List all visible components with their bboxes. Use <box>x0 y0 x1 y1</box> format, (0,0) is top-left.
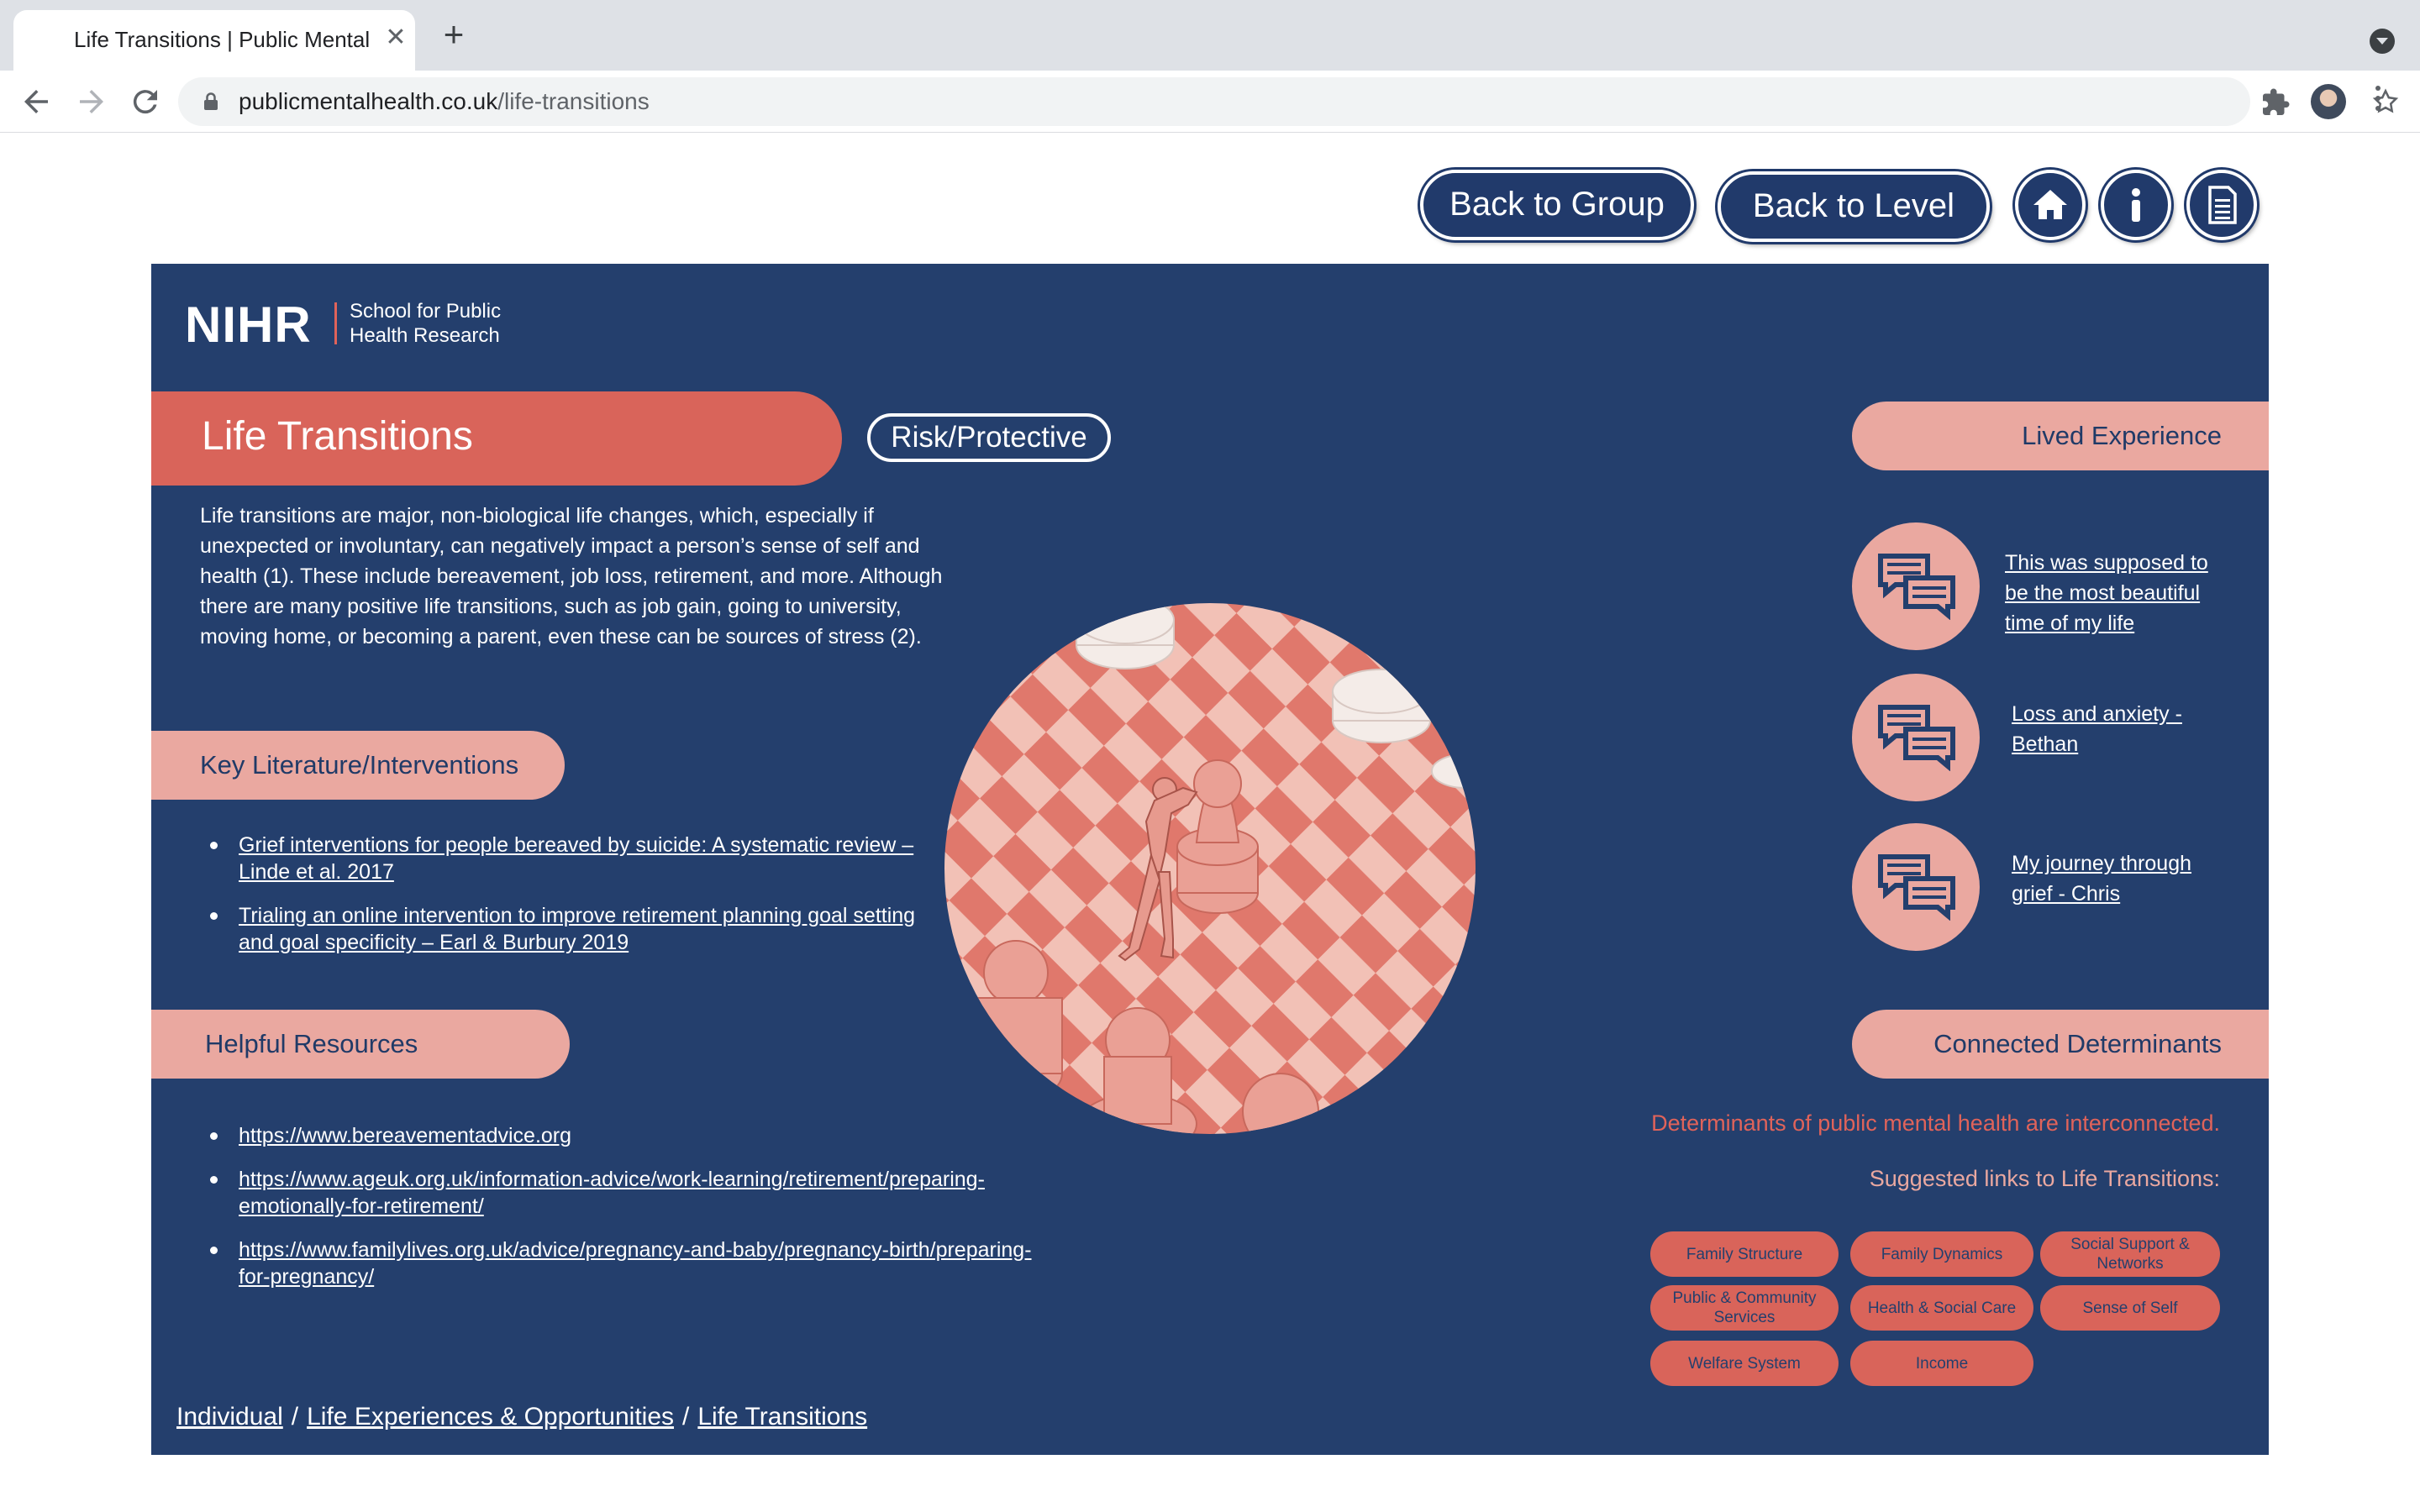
breadcrumb-life-transitions[interactable]: Life Transitions <box>697 1403 867 1431</box>
story-icon-circle[interactable] <box>1852 674 1980 801</box>
determinant-chip[interactable]: Welfare System <box>1650 1341 1839 1386</box>
new-tab-button[interactable]: + <box>439 17 469 52</box>
breadcrumb: Individual / Life Experiences & Opportunit… <box>176 1403 867 1431</box>
story-link[interactable]: Loss and anxiety - Bethan <box>2012 699 2213 759</box>
back-arrow-icon[interactable] <box>18 84 54 119</box>
logo-divider <box>334 302 337 344</box>
url-path: /life-transitions <box>497 88 650 114</box>
intro-paragraph: Life transitions are major, non-biologic… <box>200 504 943 648</box>
literature-list: Grief interventions for people bereaved … <box>198 832 955 956</box>
breadcrumb-separator: / <box>682 1403 690 1431</box>
document-button[interactable] <box>2186 170 2257 240</box>
resource-link[interactable]: https://www.ageuk.org.uk/information-adv… <box>198 1166 1039 1220</box>
breadcrumb-separator: / <box>291 1403 299 1431</box>
browser-menu-icon[interactable] <box>2375 86 2381 118</box>
risk-protective-button[interactable]: Risk/Protective <box>867 413 1111 462</box>
determinant-chip[interactable]: Income <box>1850 1341 2033 1386</box>
determinant-chip[interactable]: Public & Community Services <box>1650 1285 1839 1331</box>
story-item: My journey through grief - Chris <box>1852 823 2269 954</box>
chat-bubbles-icon <box>1878 705 1955 771</box>
determinant-chip[interactable]: Family Dynamics <box>1850 1231 2033 1277</box>
browser-toolbar: publicmentalhealth.co.uk/life-transition… <box>0 71 2420 133</box>
story-icon-circle[interactable] <box>1852 522 1980 650</box>
tab-title: Life Transitions | Public Mental <box>74 27 371 52</box>
extensions-icon[interactable] <box>2260 87 2291 118</box>
resources-heading: Helpful Resources <box>151 1010 570 1079</box>
address-bar[interactable]: publicmentalhealth.co.uk/life-transition… <box>178 77 2399 126</box>
breadcrumb-individual[interactable]: Individual <box>176 1403 283 1431</box>
url-host: publicmentalhealth.co.uk <box>239 88 498 114</box>
story-item: Loss and anxiety - Bethan <box>1852 674 2269 805</box>
connected-determinants-heading: Connected Determinants <box>1852 1010 2269 1079</box>
profile-avatar[interactable] <box>2311 84 2346 119</box>
back-to-group-button[interactable]: Back to Group <box>1420 170 1694 240</box>
tab-search-icon[interactable] <box>2370 29 2395 54</box>
resource-link[interactable]: https://www.familylives.org.uk/advice/pr… <box>198 1236 1039 1290</box>
tab-close-icon[interactable]: ✕ <box>383 25 408 50</box>
resource-link[interactable]: https://www.bereavementadvice.org <box>198 1122 1039 1149</box>
determinants-note: Determinants of public mental health are… <box>1651 1110 2220 1136</box>
logo-subtitle: School for Public Health Research <box>350 299 551 348</box>
nihr-logo: NIHR <box>185 297 312 353</box>
chat-bubbles-icon <box>1878 554 1955 620</box>
chessboard-illustration <box>944 603 1476 1134</box>
home-icon <box>2033 190 2067 219</box>
literature-heading: Key Literature/Interventions <box>151 731 565 800</box>
reload-icon[interactable] <box>128 84 163 119</box>
document-icon <box>2208 186 2237 224</box>
story-item: This was supposed to be the most beautif… <box>1852 522 2269 654</box>
forward-arrow-icon[interactable] <box>74 84 109 119</box>
lived-experience-heading: Lived Experience <box>1852 402 2269 470</box>
logo-subtitle-line2: Health Research <box>350 324 500 347</box>
determinant-chip[interactable]: Social Support & Networks <box>2040 1231 2220 1277</box>
determinants-suggested-label: Suggested links to Life Transitions: <box>1869 1166 2220 1191</box>
determinant-chip[interactable]: Family Structure <box>1650 1231 1839 1277</box>
resources-list: https://www.bereavementadvice.org https:… <box>198 1122 1039 1290</box>
chat-bubbles-icon <box>1878 854 1955 921</box>
breadcrumb-life-experiences[interactable]: Life Experiences & Opportunities <box>307 1403 674 1431</box>
back-to-level-button[interactable]: Back to Level <box>1718 171 1990 242</box>
content-panel: NIHR School for Public Health Research L… <box>151 264 2269 1455</box>
url-text: publicmentalhealth.co.uk/life-transition… <box>239 88 650 115</box>
browser-tab[interactable]: Life Transitions | Public Mental ✕ <box>13 10 415 71</box>
literature-link[interactable]: Trialing an online intervention to impro… <box>198 902 955 956</box>
literature-link[interactable]: Grief interventions for people bereaved … <box>198 832 955 885</box>
determinant-chip[interactable]: Sense of Self <box>2040 1285 2220 1331</box>
info-button[interactable] <box>2101 170 2171 240</box>
info-icon <box>2132 188 2140 222</box>
lock-icon <box>203 92 218 111</box>
home-button[interactable] <box>2015 170 2086 240</box>
story-link[interactable]: This was supposed to be the most beautif… <box>2005 548 2232 638</box>
page-title-banner: Life Transitions <box>151 391 842 486</box>
page-title: Life Transitions <box>202 414 473 459</box>
story-link[interactable]: My journey through grief - Chris <box>2012 848 2230 909</box>
browser-tab-strip: Life Transitions | Public Mental ✕ + <box>0 0 2420 71</box>
story-icon-circle[interactable] <box>1852 823 1980 951</box>
determinant-chip[interactable]: Health & Social Care <box>1850 1285 2033 1331</box>
logo-subtitle-line1: School for Public <box>350 300 502 323</box>
